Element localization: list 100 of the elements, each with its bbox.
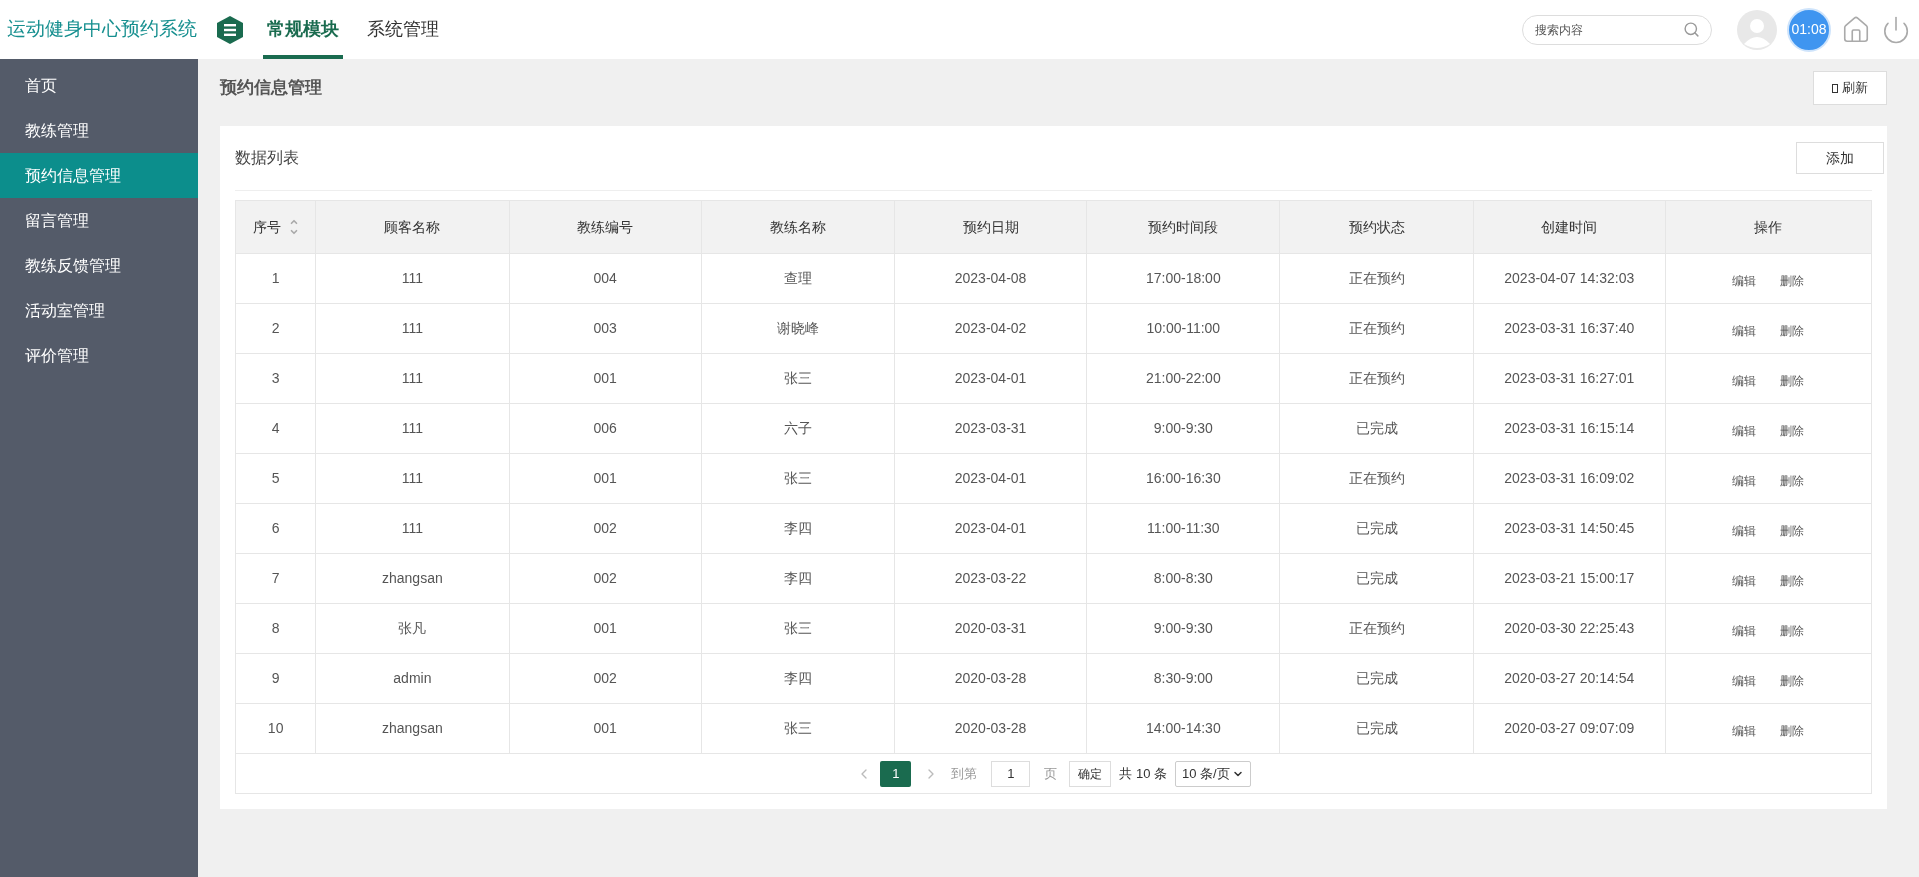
- nav-tab[interactable]: 系统管理: [363, 0, 443, 59]
- table-cell: 10: [236, 704, 317, 753]
- search-field[interactable]: 搜索内容: [1522, 14, 1712, 45]
- table-cell: 111: [316, 504, 510, 553]
- table-cell: 2023-03-31 16:15:14: [1473, 404, 1666, 453]
- table-cell: 2023-03-31 16:27:01: [1473, 354, 1666, 403]
- refresh-button[interactable]: 刷新: [1813, 71, 1887, 105]
- table-cell: 李四: [701, 504, 895, 553]
- table-cell: 21:00-22:00: [1087, 354, 1281, 403]
- action-link[interactable]: 编辑: [1732, 667, 1757, 690]
- action-link[interactable]: 删除: [1780, 567, 1805, 590]
- sidebar-item[interactable]: 教练管理: [0, 108, 198, 153]
- sort-icon[interactable]: [288, 217, 299, 237]
- table-cell: 2023-04-01: [894, 504, 1088, 553]
- action-link[interactable]: 删除: [1780, 467, 1805, 490]
- action-link[interactable]: 删除: [1780, 617, 1805, 640]
- sidebar-item[interactable]: 留言管理: [0, 198, 198, 243]
- action-link[interactable]: 编辑: [1732, 517, 1757, 540]
- search-icon[interactable]: [1683, 20, 1700, 38]
- table-cell: 张三: [701, 454, 895, 503]
- table-cell: 2023-03-31 16:37:40: [1473, 304, 1666, 353]
- action-link[interactable]: 编辑: [1732, 267, 1757, 290]
- action-link[interactable]: 删除: [1780, 717, 1805, 740]
- table-cell: 2023-03-31 14:50:45: [1473, 504, 1666, 553]
- table-cell: 001: [509, 354, 702, 403]
- table-cell: 2020-03-31: [894, 604, 1088, 653]
- table-cell: 002: [509, 554, 702, 603]
- column-title: 序号: [252, 217, 281, 237]
- table-cell: 6: [236, 504, 317, 553]
- table-cell: 8:30-9:00: [1087, 654, 1281, 703]
- table-cell: 2023-04-07 14:32:03: [1473, 254, 1666, 303]
- table-cell: 2020-03-27 09:07:09: [1473, 704, 1666, 753]
- table-cell: 16:00-16:30: [1087, 454, 1281, 503]
- nav-tab[interactable]: 常规模块: [263, 0, 343, 59]
- table-cell: 张三: [701, 354, 895, 403]
- clock-badge: 01:08: [1787, 7, 1831, 52]
- column-title: 预约状态: [1348, 217, 1405, 237]
- action-link[interactable]: 编辑: [1732, 417, 1757, 440]
- table-cell: 006: [509, 404, 702, 453]
- table-cell: 已完成: [1280, 704, 1474, 753]
- table-cell: 查理: [701, 254, 895, 303]
- total-count: 共 10 条: [1119, 764, 1167, 783]
- action-link[interactable]: 编辑: [1732, 567, 1757, 590]
- table-cell: 2020-03-27 20:14:54: [1473, 654, 1666, 703]
- table-cell: 2023-03-22: [894, 554, 1088, 603]
- table-cell: 2023-03-21 15:00:17: [1473, 554, 1666, 603]
- sidebar-item[interactable]: 预约信息管理: [0, 153, 198, 198]
- column-title: 预约时间段: [1148, 217, 1219, 237]
- table-cell: 11:00-11:30: [1087, 504, 1281, 553]
- sidebar-item[interactable]: 活动室管理: [0, 288, 198, 333]
- power-icon[interactable]: [1881, 14, 1911, 45]
- action-link[interactable]: 编辑: [1732, 367, 1757, 390]
- sidebar-item[interactable]: 评价管理: [0, 333, 198, 378]
- action-link[interactable]: 编辑: [1732, 317, 1757, 340]
- square-icon: [1832, 83, 1838, 93]
- table-cell: 已完成: [1280, 504, 1474, 553]
- action-link[interactable]: 编辑: [1732, 717, 1757, 740]
- table-cell: 2020-03-30 22:25:43: [1473, 604, 1666, 653]
- table-cell: 111: [316, 454, 510, 503]
- table-cell: 正在预约: [1280, 304, 1474, 353]
- page-unit: 页: [1044, 764, 1058, 783]
- confirm-button[interactable]: 确定: [1069, 760, 1112, 787]
- action-link[interactable]: 编辑: [1732, 617, 1757, 640]
- page-size-select[interactable]: 10 条/页: [1175, 760, 1251, 787]
- menu-icon[interactable]: [217, 15, 243, 44]
- table-cell: 14:00-14:30: [1087, 704, 1281, 753]
- panel-title: 数据列表: [235, 148, 299, 168]
- table-cell: 张三: [701, 604, 895, 653]
- table-cell: 2023-03-31: [894, 404, 1088, 453]
- action-link[interactable]: 删除: [1780, 517, 1805, 540]
- table-cell: 3: [236, 354, 317, 403]
- table-cell: 2023-04-08: [894, 254, 1088, 303]
- table-cell: 111: [316, 354, 510, 403]
- action-link[interactable]: 删除: [1780, 667, 1805, 690]
- home-icon[interactable]: [1841, 14, 1871, 45]
- column-title: 顾客名称: [384, 217, 441, 237]
- column-title: 操作: [1754, 217, 1783, 237]
- table-cell: zhangsan: [316, 554, 510, 603]
- table-cell: 9:00-9:30: [1087, 604, 1281, 653]
- table-cell: zhangsan: [316, 704, 510, 753]
- add-button[interactable]: 添加: [1796, 142, 1884, 174]
- page-input[interactable]: 1: [991, 760, 1031, 787]
- table-cell: 正在预约: [1280, 254, 1474, 303]
- table-cell: 六子: [701, 404, 895, 453]
- action-link[interactable]: 删除: [1780, 417, 1805, 440]
- action-link[interactable]: 删除: [1780, 317, 1805, 340]
- table-cell: admin: [316, 654, 510, 703]
- action-link[interactable]: 删除: [1780, 267, 1805, 290]
- table-cell: 李四: [701, 654, 895, 703]
- action-link[interactable]: 删除: [1780, 367, 1805, 390]
- table-cell: 正在预约: [1280, 354, 1474, 403]
- action-link[interactable]: 编辑: [1732, 467, 1757, 490]
- sidebar-item[interactable]: 首页: [0, 63, 198, 108]
- page-title: 预约信息管理: [220, 77, 322, 100]
- sidebar-item[interactable]: 教练反馈管理: [0, 243, 198, 288]
- table-cell: 张三: [701, 704, 895, 753]
- table-cell: 001: [509, 704, 702, 753]
- table-cell: 2023-04-01: [894, 354, 1088, 403]
- page-number[interactable]: 1: [880, 760, 912, 787]
- table-cell: 张凡: [316, 604, 510, 653]
